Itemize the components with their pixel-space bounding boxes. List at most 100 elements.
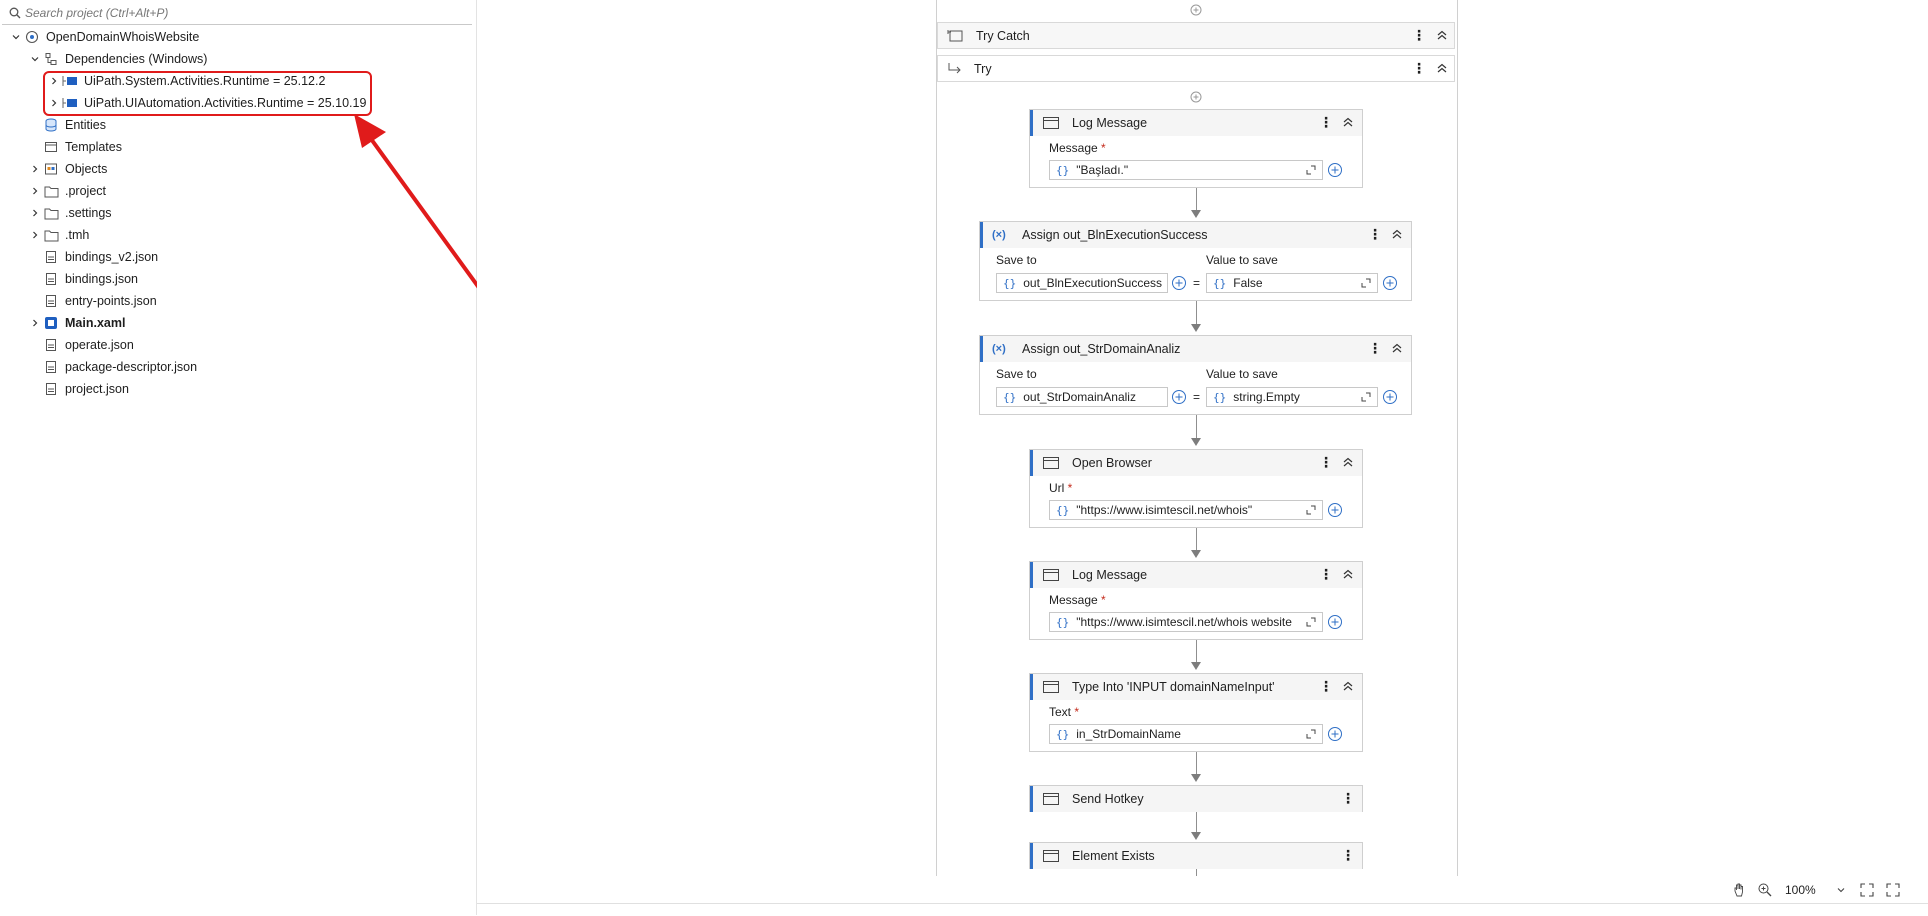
tree-item-dependencies[interactable]: Dependencies (Windows)	[27, 49, 207, 69]
add-variable-icon[interactable]	[1327, 614, 1343, 630]
chevron-right-icon[interactable]	[27, 183, 43, 199]
more-options-icon[interactable]: ⋮	[1319, 679, 1333, 693]
collapse-icon[interactable]	[1342, 456, 1354, 468]
save-to-label: Save to	[996, 367, 1037, 381]
activity-log-message-1[interactable]: Log Message ⋮ Message * {} "Başladı."	[1029, 109, 1363, 188]
project-panel: OpenDomainWhoisWebsite Dependencies (Win…	[0, 0, 516, 915]
collapse-icon[interactable]	[1391, 342, 1403, 354]
activity-header[interactable]: Element Exists ⋮	[1030, 843, 1362, 869]
tree-item-tmh-folder[interactable]: .tmh	[27, 225, 89, 245]
activity-assign-1[interactable]: (×) Assign out_BlnExecutionSuccess ⋮ Sav…	[979, 221, 1412, 301]
add-variable-icon[interactable]	[1171, 275, 1187, 291]
add-variable-icon[interactable]	[1327, 502, 1343, 518]
value-to-save-field[interactable]: {} string.Empty	[1206, 387, 1378, 407]
hand-pan-icon[interactable]	[1732, 882, 1748, 898]
more-options-icon[interactable]: ⋮	[1368, 341, 1382, 355]
activity-header[interactable]: Open Browser ⋮	[1030, 450, 1362, 476]
more-options-icon[interactable]: ⋮	[1412, 61, 1426, 75]
collapse-icon[interactable]	[1436, 62, 1448, 74]
operate-label: operate.json	[65, 338, 134, 352]
expand-editor-icon[interactable]	[1304, 163, 1318, 177]
search-input[interactable]	[25, 6, 445, 20]
activity-header[interactable]: Log Message ⋮	[1030, 562, 1362, 588]
save-to-field[interactable]: {} out_BlnExecutionSuccess	[996, 273, 1168, 293]
tree-item-entry-points[interactable]: entry-points.json	[43, 291, 157, 311]
activity-header[interactable]: Type Into 'INPUT domainNameInput' ⋮	[1030, 674, 1362, 700]
activity-log-message-2[interactable]: Log Message ⋮ Message * {} "https://www.…	[1029, 561, 1363, 640]
collapse-icon[interactable]	[1342, 568, 1354, 580]
chevron-down-icon[interactable]	[8, 29, 24, 45]
more-options-icon[interactable]: ⋮	[1341, 848, 1355, 862]
workflow-canvas[interactable]: Try Catch ⋮ Try ⋮ Log Message ⋮ Message …	[477, 0, 1928, 915]
add-variable-icon[interactable]	[1327, 162, 1343, 178]
message-field[interactable]: {} "https://www.isimtescil.net/whois web…	[1049, 612, 1323, 632]
add-activity-icon[interactable]	[1190, 91, 1202, 103]
more-options-icon[interactable]: ⋮	[1319, 455, 1333, 469]
tree-item-settings-folder[interactable]: .settings	[27, 203, 112, 223]
expand-editor-icon[interactable]	[1304, 503, 1318, 517]
chevron-down-icon[interactable]	[1836, 885, 1846, 895]
expand-editor-icon[interactable]	[1304, 727, 1318, 741]
add-activity-icon[interactable]	[1190, 4, 1202, 16]
expand-editor-icon[interactable]	[1304, 615, 1318, 629]
tree-item-main-xaml[interactable]: Main.xaml	[27, 313, 125, 333]
activity-header[interactable]: Send Hotkey ⋮	[1030, 786, 1362, 812]
add-variable-icon[interactable]	[1327, 726, 1343, 742]
tree-item-objects[interactable]: Objects	[27, 159, 107, 179]
add-variable-icon[interactable]	[1382, 275, 1398, 291]
more-options-icon[interactable]: ⋮	[1319, 567, 1333, 581]
message-field[interactable]: {} "Başladı."	[1049, 160, 1323, 180]
text-field[interactable]: {} in_StrDomainName	[1049, 724, 1323, 744]
search-bar[interactable]	[2, 2, 472, 25]
collapse-icon[interactable]	[1342, 680, 1354, 692]
activity-header[interactable]: (×) Assign out_BlnExecutionSuccess ⋮	[980, 222, 1411, 248]
settings-folder-label: .settings	[65, 206, 112, 220]
save-to-field[interactable]: {} out_StrDomainAnaliz	[996, 387, 1168, 407]
tree-item-entities[interactable]: Entities	[43, 115, 106, 135]
expand-editor-icon[interactable]	[1359, 390, 1373, 404]
tree-item-templates[interactable]: Templates	[43, 137, 122, 157]
try-catch-header[interactable]: Try Catch ⋮	[937, 22, 1455, 49]
more-options-icon[interactable]: ⋮	[1319, 115, 1333, 129]
chevron-right-icon[interactable]	[27, 227, 43, 243]
entry-points-label: entry-points.json	[65, 294, 157, 308]
chevron-right-icon[interactable]	[27, 315, 43, 331]
add-variable-icon[interactable]	[1382, 389, 1398, 405]
activity-header[interactable]: Log Message ⋮	[1030, 110, 1362, 136]
activity-open-browser[interactable]: Open Browser ⋮ Url * {} "https://www.isi…	[1029, 449, 1363, 528]
activity-assign-2[interactable]: (×) Assign out_StrDomainAnaliz ⋮ Save to…	[979, 335, 1412, 415]
activity-header[interactable]: (×) Assign out_StrDomainAnaliz ⋮	[980, 336, 1411, 362]
chevron-right-icon[interactable]	[27, 205, 43, 221]
activity-element-exists[interactable]: Element Exists ⋮	[1029, 842, 1363, 869]
tree-item-project-folder[interactable]: .project	[27, 181, 106, 201]
activity-type-into[interactable]: Type Into 'INPUT domainNameInput' ⋮ Text…	[1029, 673, 1363, 752]
url-field[interactable]: {} "https://www.isimtescil.net/whois"	[1049, 500, 1323, 520]
collapse-icon[interactable]	[1342, 116, 1354, 128]
chevron-down-icon[interactable]	[27, 51, 43, 67]
zoom-in-icon[interactable]	[1757, 882, 1773, 898]
connector-arrow	[1191, 662, 1201, 670]
more-options-icon[interactable]: ⋮	[1368, 227, 1382, 241]
tree-item-project[interactable]: OpenDomainWhoisWebsite	[8, 27, 199, 47]
collapse-icon[interactable]	[1391, 228, 1403, 240]
expand-editor-icon[interactable]	[1359, 276, 1373, 290]
tree-item-bindings[interactable]: bindings.json	[43, 269, 138, 289]
more-options-icon[interactable]: ⋮	[1412, 28, 1426, 42]
add-variable-icon[interactable]	[1171, 389, 1187, 405]
element-exists-icon	[1043, 850, 1059, 862]
tree-item-package-descriptor[interactable]: package-descriptor.json	[43, 357, 197, 377]
activity-send-hotkey[interactable]: Send Hotkey ⋮	[1029, 785, 1363, 812]
try-header[interactable]: Try ⋮	[937, 55, 1455, 82]
try-title: Try	[974, 61, 992, 76]
zoom-toolbar: 100%	[1732, 882, 1900, 898]
value-to-save-field[interactable]: {} False	[1206, 273, 1378, 293]
more-options-icon[interactable]: ⋮	[1341, 791, 1355, 805]
tree-item-project-json[interactable]: project.json	[43, 379, 129, 399]
fit-to-screen-icon[interactable]	[1860, 883, 1874, 897]
equals-sign: =	[1193, 276, 1201, 290]
tree-item-bindings-v2[interactable]: bindings_v2.json	[43, 247, 158, 267]
tree-item-operate[interactable]: operate.json	[43, 335, 134, 355]
fullscreen-icon[interactable]	[1886, 883, 1900, 897]
collapse-icon[interactable]	[1436, 29, 1448, 41]
chevron-right-icon[interactable]	[27, 161, 43, 177]
